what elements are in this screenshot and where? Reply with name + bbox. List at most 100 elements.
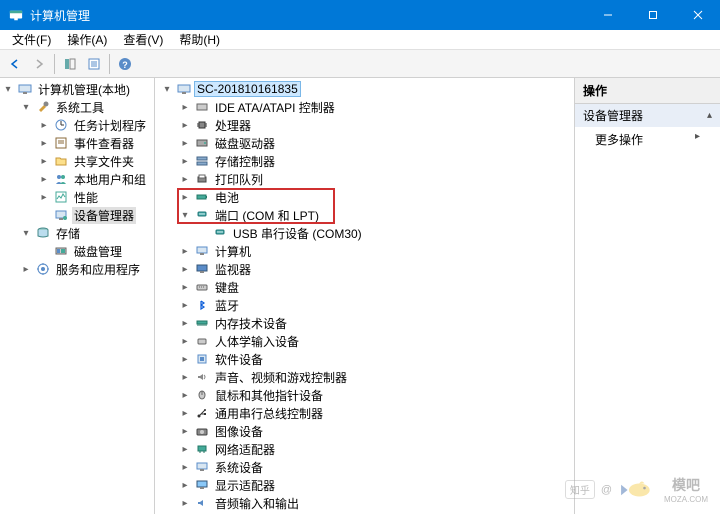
cpu-icon [194, 117, 210, 133]
nav-performance[interactable]: ▸性能 [36, 188, 154, 206]
nav-event-viewer[interactable]: ▸事件查看器 [36, 134, 154, 152]
left-navigation-pane[interactable]: ▾ 计算机管理(本地) ▾ 系统工具 ▸任务计划程序 ▸事件查看器 [0, 78, 155, 514]
nav-system-tools[interactable]: ▾ 系统工具 [18, 98, 154, 116]
chevron-right-icon[interactable]: ▸ [179, 192, 191, 203]
chevron-right-icon[interactable]: ▸ [179, 498, 191, 509]
chevron-right-icon[interactable]: ▸ [38, 192, 50, 203]
chevron-right-icon[interactable]: ▸ [179, 300, 191, 311]
chevron-right-icon[interactable]: ▸ [179, 174, 191, 185]
chevron-down-icon[interactable]: ▾ [20, 102, 32, 113]
maximize-button[interactable] [630, 0, 675, 30]
device-print-queue[interactable]: ▸打印队列 [177, 170, 574, 188]
chevron-right-icon[interactable]: ▸ [179, 336, 191, 347]
device-display[interactable]: ▸显示适配器 [177, 476, 574, 494]
nav-services-apps[interactable]: ▸服务和应用程序 [18, 260, 154, 278]
chevron-right-icon[interactable]: ▸ [38, 156, 50, 167]
menu-view[interactable]: 查看(V) [115, 29, 171, 50]
chevron-right-icon[interactable]: ▸ [179, 426, 191, 437]
chevron-right-icon[interactable]: ▸ [179, 354, 191, 365]
nav-shared-folders[interactable]: ▸共享文件夹 [36, 152, 154, 170]
device-audio-io[interactable]: ▸音频输入和输出 [177, 494, 574, 512]
actions-sub-label: 设备管理器 [583, 107, 643, 124]
minimize-button[interactable] [585, 0, 630, 30]
show-hide-tree-button[interactable] [59, 53, 81, 75]
device-ide[interactable]: ▸IDE ATA/ATAPI 控制器 [177, 98, 574, 116]
device-disk-drives[interactable]: ▸磁盘驱动器 [177, 134, 574, 152]
device-mice[interactable]: ▸鼠标和其他指针设备 [177, 386, 574, 404]
device-memory[interactable]: ▸内存技术设备 [177, 314, 574, 332]
nav-local-users[interactable]: ▸本地用户和组 [36, 170, 154, 188]
nav-device-manager[interactable]: 设备管理器 [36, 206, 154, 224]
chevron-right-icon[interactable]: ▸ [38, 120, 50, 131]
back-button[interactable] [4, 53, 26, 75]
device-computers[interactable]: ▸计算机 [177, 242, 574, 260]
menu-file[interactable]: 文件(F) [4, 29, 59, 50]
device-mgr-icon [53, 207, 69, 223]
actions-more[interactable]: 更多操作 ▸ [575, 127, 720, 152]
toolbar-separator [54, 54, 55, 74]
close-button[interactable] [675, 0, 720, 30]
device-system[interactable]: ▸系统设备 [177, 458, 574, 476]
chevron-right-icon[interactable]: ▸ [179, 246, 191, 257]
battery-icon [194, 189, 210, 205]
serial-port-icon [212, 225, 228, 241]
chevron-right-icon[interactable]: ▸ [179, 390, 191, 401]
forward-button[interactable] [28, 53, 50, 75]
collapse-icon[interactable]: ▴ [707, 110, 712, 121]
device-storage-ctrl[interactable]: ▸存储控制器 [177, 152, 574, 170]
properties-button[interactable] [83, 53, 105, 75]
device-usb-ctrl[interactable]: ▸通用串行总线控制器 [177, 404, 574, 422]
device-tree-pane[interactable]: ▾ SC-201810161835 ▸IDE ATA/ATAPI 控制器 ▸处理… [155, 78, 575, 514]
menu-help[interactable]: 帮助(H) [171, 29, 228, 50]
chevron-right-icon[interactable]: ▸ [38, 174, 50, 185]
chevron-right-icon[interactable]: ▸ [179, 318, 191, 329]
device-network[interactable]: ▸网络适配器 [177, 440, 574, 458]
sound-icon [194, 369, 210, 385]
chevron-right-icon[interactable]: ▸ [179, 138, 191, 149]
device-hid[interactable]: ▸人体学输入设备 [177, 332, 574, 350]
chevron-right-icon[interactable]: ▸ [179, 102, 191, 113]
actions-subheader[interactable]: 设备管理器 ▴ [575, 104, 720, 127]
device-ports[interactable]: ▾端口 (COM 和 LPT) [177, 206, 574, 224]
device-imaging[interactable]: ▸图像设备 [177, 422, 574, 440]
system-dev-icon [194, 459, 210, 475]
chevron-down-icon[interactable]: ▾ [161, 84, 173, 95]
device-keyboards[interactable]: ▸键盘 [177, 278, 574, 296]
chevron-down-icon[interactable]: ▾ [2, 84, 14, 95]
chevron-right-icon[interactable]: ▸ [179, 372, 191, 383]
chevron-down-icon[interactable]: ▾ [179, 210, 191, 221]
toolbar-separator [109, 54, 110, 74]
nav-task-scheduler[interactable]: ▸任务计划程序 [36, 116, 154, 134]
nav-root[interactable]: ▾ 计算机管理(本地) [0, 80, 154, 98]
chevron-right-icon[interactable]: ▸ [179, 462, 191, 473]
content-area: ▾ 计算机管理(本地) ▾ 系统工具 ▸任务计划程序 ▸事件查看器 [0, 78, 720, 514]
device-software[interactable]: ▸软件设备 [177, 350, 574, 368]
help-button[interactable]: ? [114, 53, 136, 75]
shared-folder-icon [53, 153, 69, 169]
nav-disk-mgmt[interactable]: 磁盘管理 [36, 242, 154, 260]
chevron-right-icon[interactable]: ▸ [179, 444, 191, 455]
audio-io-icon [194, 495, 210, 511]
device-battery[interactable]: ▸电池 [177, 188, 574, 206]
chevron-right-icon[interactable]: ▸ [179, 282, 191, 293]
chevron-right-icon[interactable]: ▸ [38, 138, 50, 149]
chevron-right-icon[interactable]: ▸ [179, 120, 191, 131]
device-computer-root[interactable]: ▾ SC-201810161835 [159, 80, 574, 98]
chevron-right-icon[interactable]: ▸ [20, 264, 32, 275]
chevron-right-icon[interactable]: ▸ [179, 156, 191, 167]
chevron-right-icon[interactable]: ▸ [179, 480, 191, 491]
device-monitors[interactable]: ▸监视器 [177, 260, 574, 278]
chevron-right-icon[interactable]: ▸ [179, 408, 191, 419]
device-cpu[interactable]: ▸处理器 [177, 116, 574, 134]
menu-action[interactable]: 操作(A) [59, 29, 115, 50]
chevron-down-icon[interactable]: ▾ [20, 228, 32, 239]
device-usb-serial[interactable]: USB 串行设备 (COM30) [195, 224, 574, 242]
chevron-right-icon[interactable]: ▸ [179, 264, 191, 275]
bluetooth-icon [194, 297, 210, 313]
printer-icon [194, 171, 210, 187]
chevron-right-icon: ▸ [695, 131, 700, 142]
nav-storage[interactable]: ▾ 存储 [18, 224, 154, 242]
device-sound[interactable]: ▸声音、视频和游戏控制器 [177, 368, 574, 386]
camera-icon [194, 423, 210, 439]
device-bluetooth[interactable]: ▸蓝牙 [177, 296, 574, 314]
